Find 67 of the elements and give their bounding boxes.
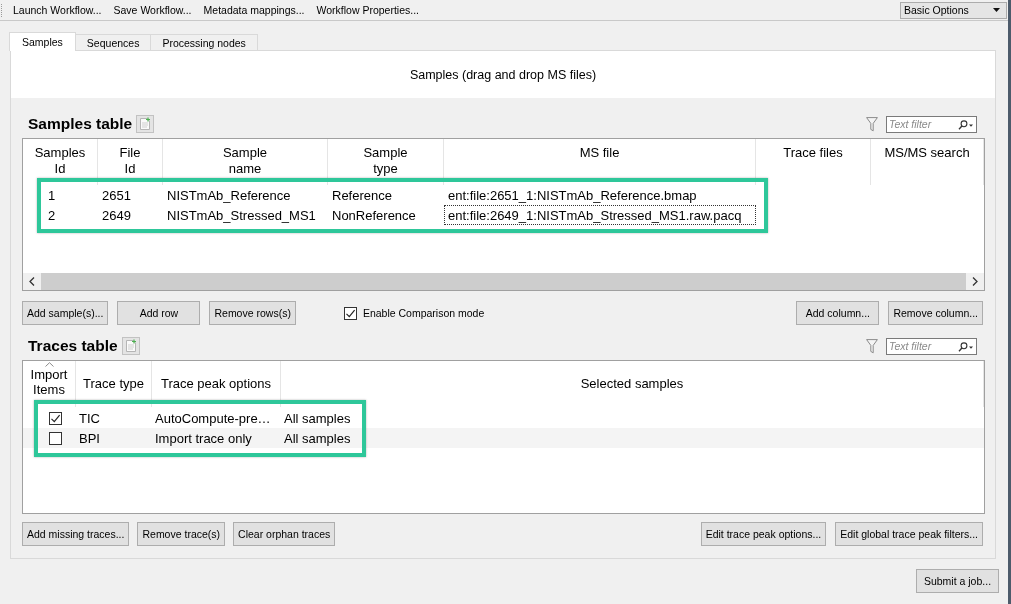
filter-icon[interactable] xyxy=(866,338,878,354)
section-title: Traces table xyxy=(28,337,118,355)
toolbar-button[interactable]: Save Workflow... xyxy=(107,1,198,19)
column-header[interactable]: Trace peak options xyxy=(160,376,272,392)
column-header[interactable]: Sample type xyxy=(363,145,408,177)
table-cell-text: ent:file:2651_1:NISTmAb_Reference.bmap xyxy=(447,186,698,205)
filter-field[interactable]: Text filter xyxy=(886,337,977,355)
caret-icon xyxy=(993,8,1000,12)
check-icon xyxy=(50,412,61,424)
table-cell-text: NISTmAb_Stressed_MS1 xyxy=(166,206,317,225)
button[interactable]: Add column... xyxy=(796,301,880,325)
search-icon[interactable] xyxy=(958,119,973,130)
checkbox-label[interactable]: Enable Comparison mode xyxy=(362,307,485,319)
chevron-right-icon[interactable] xyxy=(972,277,978,286)
column-header[interactable]: Trace type xyxy=(83,376,144,392)
toolbar-button[interactable]: Metadata mappings... xyxy=(197,1,311,19)
table-cell-text: NonReference xyxy=(331,206,417,225)
column-header[interactable]: Import Items xyxy=(30,368,68,397)
table-cell-text: 2649 xyxy=(101,206,132,225)
table-cell-text: All samples xyxy=(283,409,352,428)
tab[interactable]: Processing nodes xyxy=(150,34,258,50)
table-cell-text: 2651 xyxy=(101,186,132,205)
toolbar-button[interactable]: Launch Workflow... xyxy=(7,1,108,19)
checkbox[interactable] xyxy=(49,431,62,445)
checkbox[interactable] xyxy=(343,306,357,320)
table-row[interactable]: TIC AutoCompute-pre… All samples xyxy=(23,408,984,428)
checkbox[interactable] xyxy=(49,411,62,425)
button[interactable]: Submit a job... xyxy=(916,569,999,593)
column-header[interactable]: MS file xyxy=(579,145,620,161)
table-cell-text: 2 xyxy=(47,206,57,225)
button[interactable]: Add missing traces... xyxy=(22,522,130,546)
check-icon xyxy=(344,307,356,319)
column-header[interactable]: File Id xyxy=(119,145,141,177)
drop-zone[interactable]: Samples (drag and drop MS files) xyxy=(11,51,995,98)
button[interactable]: Edit trace peak options... xyxy=(700,522,827,546)
button[interactable]: Remove trace(s) xyxy=(137,522,226,546)
table-row[interactable]: BPI Import trace only All samples xyxy=(23,428,984,448)
column-header[interactable]: Trace files xyxy=(783,145,843,161)
table-cell-text: TIC xyxy=(78,409,101,428)
column-header[interactable]: Samples Id xyxy=(34,145,86,177)
table-cell-text: AutoCompute-pre… xyxy=(154,409,272,428)
table-cell: ent:file:2649_1:NISTmAb_Stressed_MS1.raw.pacq xyxy=(444,205,756,225)
table-cell-text: BPI xyxy=(78,429,101,448)
button[interactable]: Remove rows(s) xyxy=(209,301,296,325)
table-cell-text: All samples xyxy=(283,429,352,448)
button[interactable]: Add row xyxy=(117,301,201,325)
table-cell-text: Reference xyxy=(331,186,393,205)
table-cell-text: NISTmAb_Reference xyxy=(166,186,292,205)
button[interactable]: Clear orphan traces xyxy=(233,522,336,546)
search-icon[interactable] xyxy=(958,341,973,352)
table-cell-text: Import trace only xyxy=(154,429,253,448)
button[interactable]: Edit global trace peak filters... xyxy=(835,522,983,546)
column-header[interactable]: Selected samples xyxy=(580,376,684,392)
chevron-left-icon[interactable] xyxy=(29,277,35,286)
column-header[interactable]: MS/MS search xyxy=(884,145,970,161)
tab[interactable]: Sequences xyxy=(74,34,152,50)
column-header[interactable]: Sample name xyxy=(222,145,268,177)
table-cell-text: 1 xyxy=(47,186,57,205)
filter-field[interactable]: Text filter xyxy=(886,115,977,133)
button[interactable]: Add sample(s)... xyxy=(22,301,109,325)
mode-dropdown[interactable]: Basic Options xyxy=(900,1,1007,19)
section-title: Samples table xyxy=(28,115,133,133)
filter-icon[interactable] xyxy=(866,116,878,132)
tab[interactable]: Samples xyxy=(9,32,76,51)
drop-zone-text: Samples (drag and drop MS files) xyxy=(409,67,597,82)
toolbar-button[interactable]: Workflow Properties... xyxy=(310,1,426,19)
button[interactable]: Remove column... xyxy=(888,301,983,325)
